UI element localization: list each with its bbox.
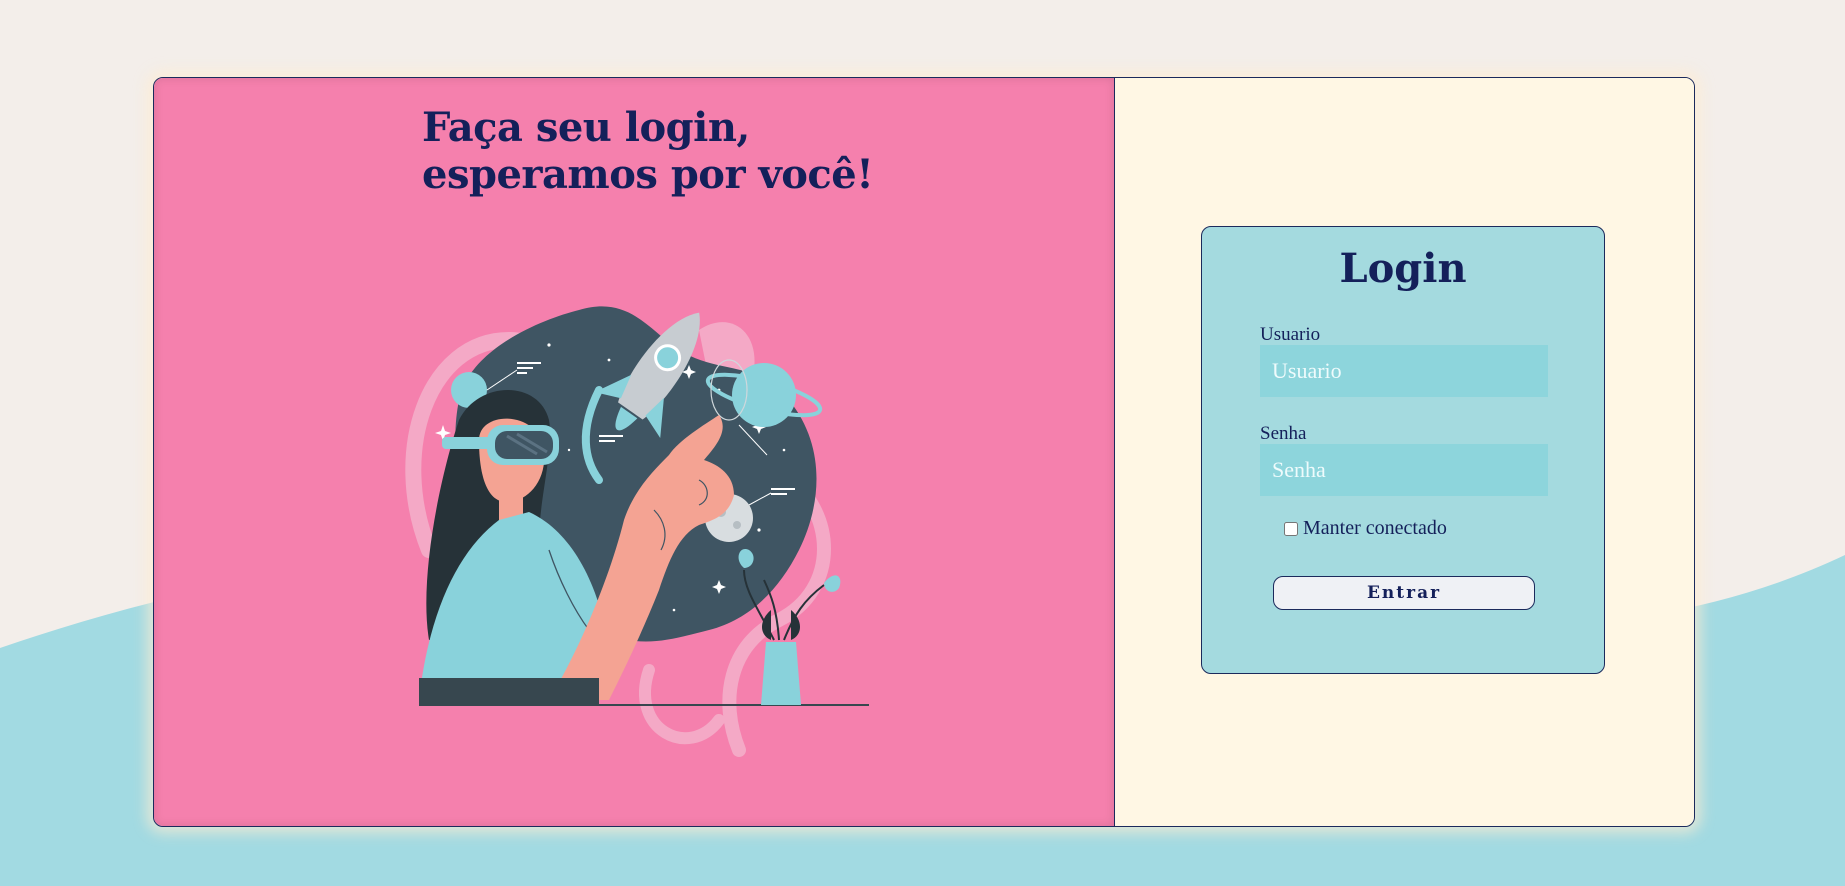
hero-headline-line-1: Faça seu login,	[422, 104, 750, 151]
hero-headline: Faça seu login, esperamos por você!	[422, 104, 874, 198]
login-form: Login Usuario Senha Manter conectado Ent…	[1201, 226, 1605, 674]
hero-headline-line-2: esperamos por você!	[422, 151, 874, 198]
login-card: Faça seu login, esperamos por você! Logi…	[153, 77, 1695, 827]
remember-checkbox[interactable]	[1284, 521, 1298, 536]
password-input[interactable]	[1260, 444, 1548, 496]
password-label: Senha	[1260, 423, 1307, 444]
vr-space-illustration	[405, 306, 869, 757]
remember-label: Manter conectado	[1303, 517, 1447, 539]
username-input[interactable]	[1260, 345, 1548, 397]
form-panel: Login Usuario Senha Manter conectado Ent…	[1115, 78, 1694, 826]
hero-panel: Faça seu login, esperamos por você!	[154, 78, 1115, 826]
login-title: Login	[1339, 245, 1467, 292]
username-label: Usuario	[1260, 324, 1321, 345]
login-button[interactable]: Entrar	[1273, 576, 1535, 610]
remember-me[interactable]: Manter conectado	[1284, 517, 1447, 540]
